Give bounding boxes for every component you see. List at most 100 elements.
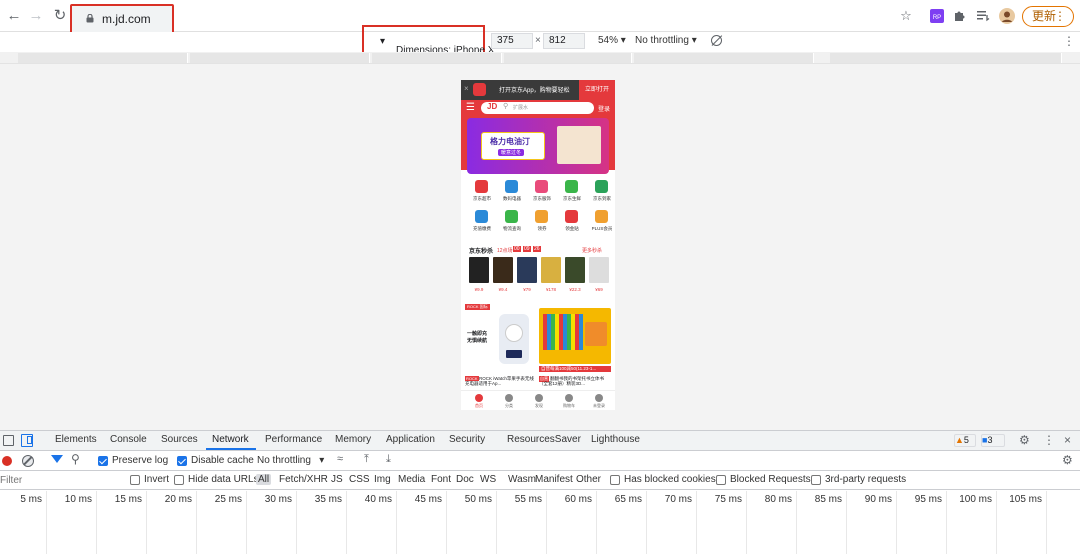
throttle-dropdown[interactable]: No throttling ▾ bbox=[257, 455, 324, 466]
ruler-segment[interactable] bbox=[634, 53, 814, 63]
type-filter-font[interactable]: Font bbox=[431, 474, 451, 485]
rotate-icon[interactable] bbox=[711, 35, 723, 47]
type-filter-ws[interactable]: WS bbox=[480, 474, 496, 485]
tab-icon[interactable] bbox=[565, 394, 573, 402]
invert-checkbox[interactable] bbox=[130, 475, 140, 485]
extension-rp-icon[interactable]: RP bbox=[929, 8, 945, 24]
record-icon[interactable] bbox=[2, 456, 12, 466]
login-link[interactable]: 登录 bbox=[598, 104, 610, 113]
search-box[interactable]: JD ⚲ 扩展水 bbox=[481, 102, 594, 114]
filter-funnel-icon[interactable] bbox=[51, 455, 63, 463]
tab-icon[interactable] bbox=[505, 394, 513, 402]
dimensions-dropdown[interactable]: Dimensions: iPhone X ▾ bbox=[362, 25, 494, 56]
tab-icon[interactable] bbox=[535, 394, 543, 402]
category-icon[interactable] bbox=[505, 180, 518, 193]
devtools-tab-security[interactable]: Security bbox=[449, 434, 485, 445]
ruler-segment[interactable] bbox=[18, 53, 188, 63]
category-icon[interactable] bbox=[535, 180, 548, 193]
category-icon[interactable] bbox=[565, 180, 578, 193]
devtools-tab-resourcessaver[interactable]: ResourcesSaver bbox=[507, 434, 581, 445]
profile-avatar[interactable] bbox=[999, 8, 1015, 24]
type-filter-js[interactable]: JS bbox=[331, 474, 343, 485]
devtools-tab-performance[interactable]: Performance bbox=[265, 434, 322, 445]
ruler-segment[interactable] bbox=[190, 53, 370, 63]
close-banner-icon[interactable]: × bbox=[464, 84, 469, 93]
back-arrow-icon[interactable]: ← bbox=[4, 6, 24, 26]
width-input[interactable]: 375 bbox=[491, 33, 533, 49]
filter-input[interactable] bbox=[0, 473, 120, 488]
devtools-tab-application[interactable]: Application bbox=[386, 434, 435, 445]
tab-icon[interactable] bbox=[475, 394, 483, 402]
messages-badge[interactable]: ■3 bbox=[981, 434, 1005, 447]
flash-item-image[interactable] bbox=[517, 257, 537, 283]
flash-item-image[interactable] bbox=[469, 257, 489, 283]
type-filter-img[interactable]: Img bbox=[374, 474, 391, 485]
clear-icon[interactable] bbox=[22, 455, 34, 467]
bookmark-star-icon[interactable]: ☆ bbox=[898, 8, 914, 24]
devtools-tab-console[interactable]: Console bbox=[110, 434, 147, 445]
export-har-icon[interactable]: ⤓ bbox=[386, 453, 391, 466]
reload-icon[interactable]: ↻ bbox=[50, 6, 70, 26]
ruler-segment[interactable] bbox=[504, 53, 632, 63]
preserve-log-checkbox[interactable] bbox=[98, 456, 108, 466]
search-icon[interactable]: ⚲ bbox=[71, 452, 80, 466]
category-icon[interactable] bbox=[475, 210, 488, 223]
category-icon[interactable] bbox=[595, 210, 608, 223]
blocked-requests-checkbox[interactable] bbox=[716, 475, 726, 485]
open-app-button[interactable]: 立即打开 bbox=[579, 80, 615, 100]
import-har-icon[interactable]: ⤒ bbox=[364, 453, 369, 466]
type-filter-css[interactable]: CSS bbox=[349, 474, 370, 485]
type-filter-wasm[interactable]: Wasm bbox=[508, 474, 536, 485]
type-filter-other[interactable]: Other bbox=[576, 474, 601, 485]
devtools-more-icon[interactable]: ⋮ bbox=[1043, 433, 1055, 447]
reading-list-icon[interactable] bbox=[975, 8, 991, 24]
devtools-tab-elements[interactable]: Elements bbox=[55, 434, 97, 445]
devtools-tab-memory[interactable]: Memory bbox=[335, 434, 371, 445]
promo-banner[interactable]: 格力电油汀 暖意过冬 bbox=[467, 118, 609, 174]
devtools-tab-network[interactable]: Network bbox=[212, 434, 249, 445]
ruler-segment[interactable] bbox=[830, 53, 1062, 63]
height-input[interactable]: 812 bbox=[543, 33, 585, 49]
extensions-puzzle-icon[interactable] bbox=[952, 8, 968, 24]
third-party-checkbox[interactable] bbox=[811, 475, 821, 485]
type-filter-doc[interactable]: Doc bbox=[456, 474, 474, 485]
category-icon[interactable] bbox=[475, 180, 488, 193]
type-filter-fetch-xhr[interactable]: Fetch/XHR bbox=[279, 474, 328, 485]
device-toggle-icon[interactable] bbox=[21, 434, 33, 447]
product-card-rock[interactable]: ROCK 国际 一触即充 无惧续航 ROCK ROCK iWatch苹果手表无线… bbox=[465, 304, 535, 390]
menu-icon[interactable]: ☰ bbox=[466, 102, 475, 113]
category-icon[interactable] bbox=[505, 210, 518, 223]
network-overview-timeline[interactable]: 5 ms 10 ms 15 ms 20 ms 25 ms 30 ms 35 ms 40 ms 4… bbox=[0, 491, 1080, 554]
devtools-tab-sources[interactable]: Sources bbox=[161, 434, 198, 445]
network-settings-icon[interactable]: ⚙ bbox=[1062, 453, 1073, 467]
more-flash-link[interactable]: 更多秒杀 bbox=[582, 247, 602, 254]
blocked-cookies-checkbox[interactable] bbox=[610, 475, 620, 485]
category-icon[interactable] bbox=[535, 210, 548, 223]
product-card-books[interactable]: 自营每满100减50(11.23-1... 自营 翻翻书我的书架托书立体书（全套… bbox=[539, 304, 611, 390]
address-bar[interactable]: m.jd.com bbox=[70, 4, 174, 34]
devtools-tab-lighthouse[interactable]: Lighthouse bbox=[591, 434, 640, 445]
flash-item-image[interactable] bbox=[541, 257, 561, 283]
tab-icon[interactable] bbox=[595, 394, 603, 402]
zoom-dropdown[interactable]: 54% ▾ bbox=[598, 35, 626, 46]
flash-item-image[interactable] bbox=[565, 257, 585, 283]
type-filter-all[interactable]: All bbox=[256, 474, 272, 485]
category-icon[interactable] bbox=[595, 180, 608, 193]
update-button[interactable]: 更新 ⋮ bbox=[1022, 6, 1074, 27]
device-more-icon[interactable]: ⋮ bbox=[1063, 34, 1075, 48]
type-filter-media[interactable]: Media bbox=[398, 474, 425, 485]
category-icon[interactable] bbox=[565, 210, 578, 223]
flash-item-image[interactable] bbox=[589, 257, 609, 283]
settings-gear-icon[interactable]: ⚙ bbox=[1019, 433, 1030, 447]
warnings-badge[interactable]: ▲5 bbox=[954, 434, 976, 447]
type-filter-manifest[interactable]: Manifest bbox=[535, 474, 573, 485]
network-conditions-icon[interactable]: ≈ bbox=[337, 453, 343, 465]
device-throttle-dropdown[interactable]: No throttling ▾ bbox=[635, 35, 697, 46]
hide-data-urls-checkbox[interactable] bbox=[174, 475, 184, 485]
close-devtools-icon[interactable]: × bbox=[1064, 433, 1071, 447]
inspect-element-icon[interactable] bbox=[3, 435, 14, 446]
ruler-segment[interactable] bbox=[372, 53, 502, 63]
disable-cache-checkbox[interactable] bbox=[177, 456, 187, 466]
forward-arrow-icon[interactable]: → bbox=[26, 6, 46, 26]
flash-item-image[interactable] bbox=[493, 257, 513, 283]
